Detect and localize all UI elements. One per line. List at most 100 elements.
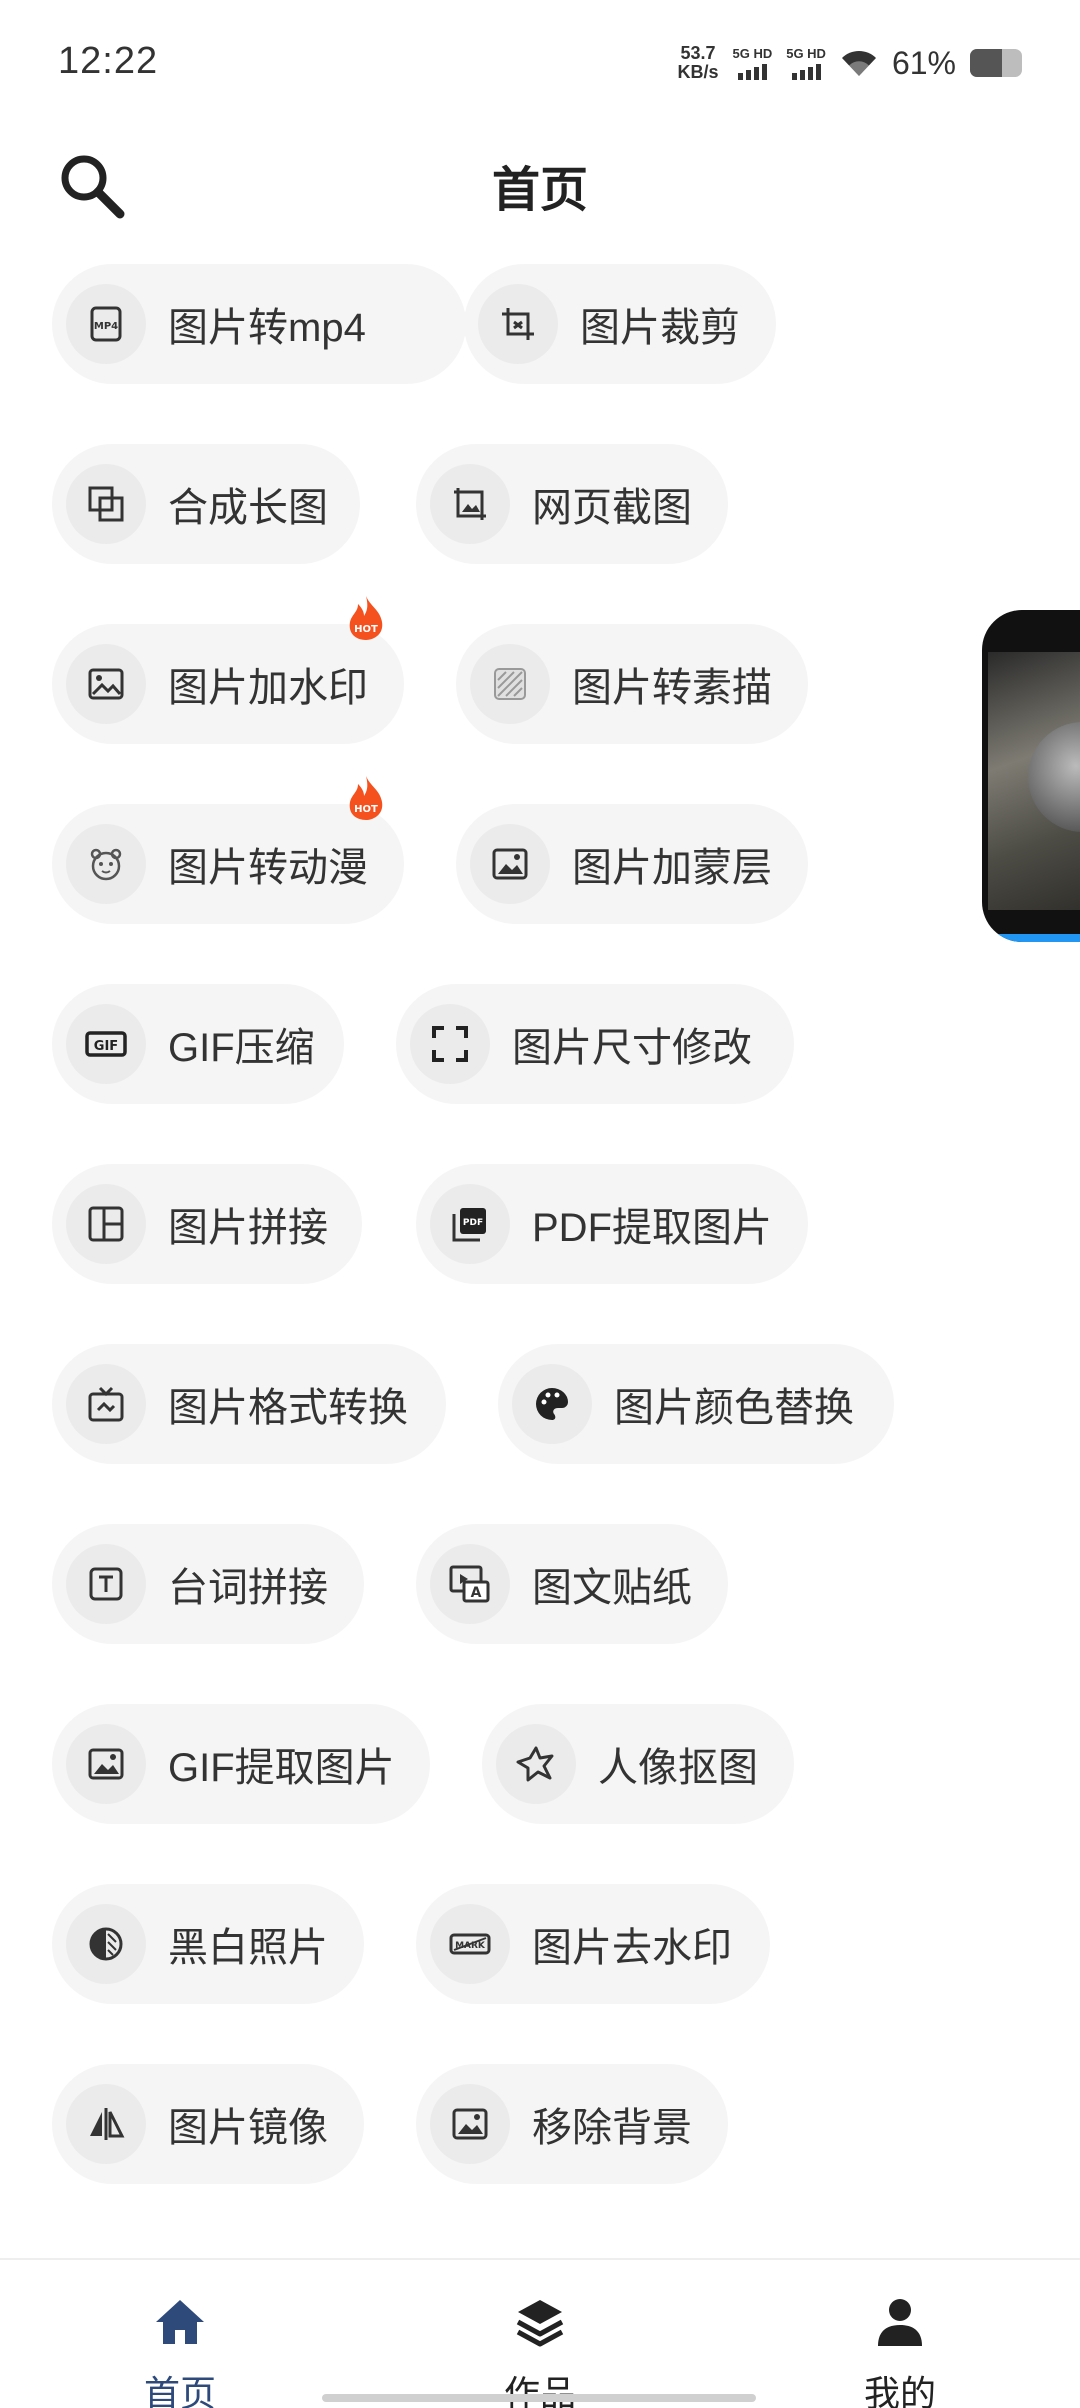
network-speed: 53.7 KB/s [677,44,718,82]
tool-button[interactable]: 图片镜像 [52,2064,364,2184]
tool-row: 台词拼接 A 图文贴纸 [52,1524,972,1644]
tool-label: 图片拼接 [168,1206,328,1250]
remove-watermark-icon: MARK [430,1904,510,1984]
tool-row: 合成长图 网页截图 [52,444,972,564]
tool-label: 图片加水印 [168,666,368,710]
tool-label: 图片转素描 [572,666,772,710]
anime-icon [66,824,146,904]
tool-button[interactable]: 黑白照片 [52,1884,364,2004]
watermark-icon [66,644,146,724]
resize-icon [410,1004,490,1084]
tool-row: 图片转动漫 HOT 图片加蒙层 [52,776,972,924]
sticker-icon: A [430,1544,510,1624]
person-icon [874,2296,926,2353]
cutout-icon [496,1724,576,1804]
network-speed-unit: KB/s [677,62,719,82]
tool-label: PDF提取图片 [532,1206,772,1250]
status-time: 12:22 [58,40,159,82]
tool-button[interactable]: 图片加蒙层 [456,804,808,924]
tool-label: 图片裁剪 [580,306,740,350]
crop-icon [478,284,558,364]
tool-label: 台词拼接 [168,1566,328,1610]
hot-badge-text: HOT [354,804,378,815]
text-icon [66,1544,146,1624]
network-speed-value: 53.7 [680,43,716,63]
tool-row: 黑白照片 MARK 图片去水印 [52,1884,972,2004]
tool-label: 合成长图 [168,486,328,530]
format-convert-icon [66,1364,146,1444]
tool-button[interactable]: 图片尺寸修改 [396,984,794,1104]
tool-button[interactable]: A 图文贴纸 [416,1524,728,1644]
gif-icon: GIF [66,1004,146,1084]
svg-text:A: A [471,1585,482,1601]
tool-row: 图片拼接 PDF PDF提取图片 [52,1164,972,1284]
bw-icon [66,1904,146,1984]
tool-label: 图片颜色替换 [614,1386,854,1430]
tool-button[interactable]: 人像抠图 [482,1704,794,1824]
page-title: 首页 [491,164,588,217]
status-indicators: 53.7 KB/s 5G HD 5G HD 61% [677,40,1022,86]
tool-button[interactable]: MARK 图片去水印 [416,1884,770,2004]
remove-bg-icon [430,2084,510,2164]
tool-label: 图片尺寸修改 [512,1026,752,1070]
tool-button[interactable]: 网页截图 [416,444,728,564]
overlay-icon [470,824,550,904]
mirror-icon [66,2084,146,2164]
tool-row: 图片格式转换 图片颜色替换 [52,1344,972,1464]
tool-button[interactable]: 图片颜色替换 [498,1344,894,1464]
home-icon [152,2296,208,2353]
tool-button[interactable]: 移除背景 [416,2064,728,2184]
merge-icon [66,464,146,544]
sim2-signal-icon: 5G HD [786,46,826,80]
tool-row: GIF提取图片 人像抠图 [52,1704,972,1824]
nav-item[interactable]: 我的 [720,2260,1080,2408]
tool-button[interactable]: GIF GIF压缩 [52,984,344,1104]
tool-grid: MP4 图片转mp4 图片裁剪合成长图 网页截图图片加水印 HOT 图片转素描图片转动漫 H… [52,264,972,2244]
svg-text:PDF: PDF [463,1218,483,1228]
nav-label: 首页 [143,2373,216,2408]
tool-label: 黑白照片 [168,1926,328,1970]
tool-button[interactable]: 图片拼接 [52,1164,362,1284]
floating-video-thumbnail[interactable] [982,610,1080,942]
tool-label: 图片格式转换 [168,1386,408,1430]
nav-label: 我的 [863,2373,936,2408]
sim1-label: 5G HD [732,45,773,61]
tool-button[interactable]: 合成长图 [52,444,360,564]
tool-button[interactable]: 图片加水印 HOT [52,596,404,744]
tool-button[interactable]: 图片转素描 [456,624,808,744]
svg-text:GIF: GIF [94,1039,118,1054]
hot-badge-icon: HOT [344,774,388,822]
pdf-icon: PDF [430,1184,510,1264]
head [1028,722,1080,832]
tool-button[interactable]: 图片格式转换 [52,1344,446,1464]
tool-label: 图文贴纸 [532,1566,692,1610]
nav-item[interactable]: 作品 [360,2260,720,2408]
collage-icon [66,1184,146,1264]
tool-button[interactable]: GIF提取图片 [52,1704,430,1824]
mp4-icon: MP4 [66,284,146,364]
sketch-icon [470,644,550,724]
tool-button[interactable]: PDF PDF提取图片 [416,1164,808,1284]
tool-button[interactable]: 图片裁剪 [464,264,776,384]
tool-label: 图片去水印 [532,1926,732,1970]
hot-badge-icon: HOT [344,594,388,642]
tool-button[interactable]: 台词拼接 [52,1524,364,1644]
wifi-icon [841,50,876,76]
tool-label: GIF提取图片 [168,1746,395,1790]
sim1-signal-icon: 5G HD [732,45,773,80]
video-frame [988,652,1080,910]
home-indicator[interactable] [322,2394,756,2402]
nav-item[interactable]: 首页 [0,2260,360,2408]
tool-button[interactable]: MP4 图片转mp4 [52,264,466,384]
tool-label: 图片加蒙层 [572,846,772,890]
tool-row: MP4 图片转mp4 图片裁剪 [52,264,972,384]
image-icon [66,1724,146,1804]
battery-icon [970,49,1022,77]
tool-button[interactable]: 图片转动漫 HOT [52,776,404,924]
tool-label: 人像抠图 [598,1746,758,1790]
tool-row: GIF GIF压缩 图片尺寸修改 [52,984,972,1104]
video-progress-bar [982,934,1080,942]
hot-badge-text: HOT [354,624,378,635]
tool-label: GIF压缩 [168,1026,315,1070]
svg-text:MARK: MARK [455,1941,486,1951]
